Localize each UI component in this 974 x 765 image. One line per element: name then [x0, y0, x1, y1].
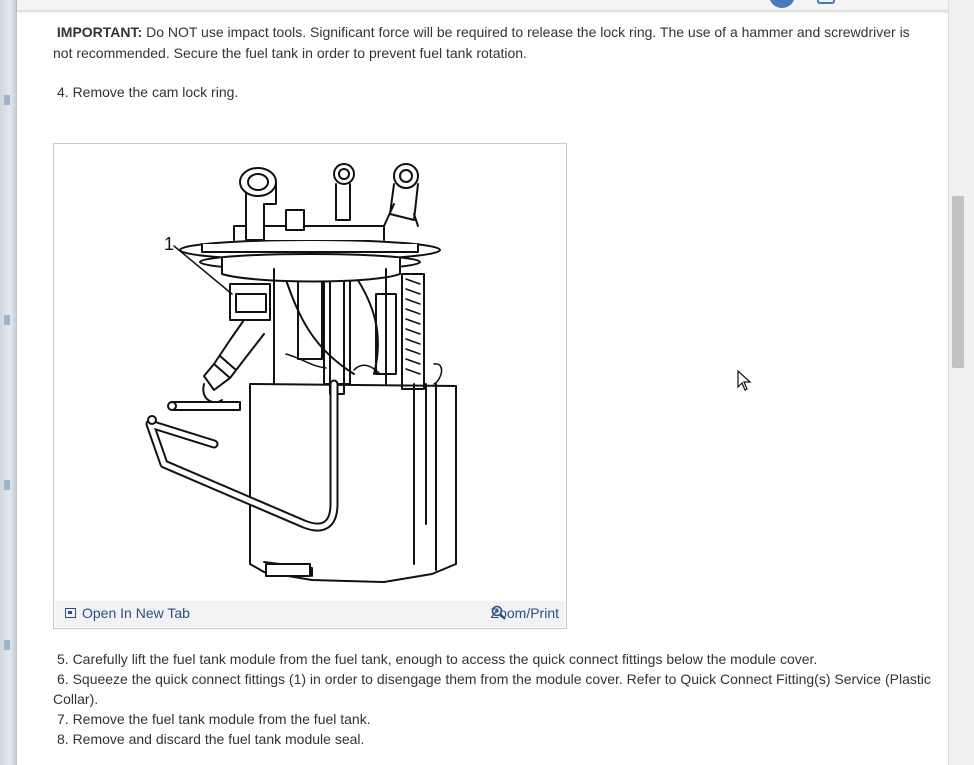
important-label: IMPORTANT:: [56, 24, 143, 40]
fuel-tank-module-illustration: 1: [145, 163, 457, 583]
figure-fuel-module: 1 Open In New Tab Zoom/Print: [53, 143, 567, 629]
zoom-print-link[interactable]: Zoom/Print: [491, 605, 559, 621]
step-5: 5. Carefully lift the fuel tank module f…: [57, 651, 818, 667]
step-8: 8. Remove and discard the fuel tank modu…: [57, 731, 365, 747]
procedure-steps: 5. Carefully lift the fuel tank module f…: [53, 649, 933, 749]
background-window-edge: [0, 0, 16, 765]
procedure-text: IMPORTANT: Do NOT use impact tools. Sign…: [53, 22, 933, 103]
user-avatar-icon[interactable]: [769, 0, 795, 8]
edge-mark: [4, 95, 10, 105]
magnifier-zoom-icon: [491, 605, 506, 620]
edge-mark: [4, 315, 10, 325]
step-4: 4. Remove the cam lock ring.: [57, 84, 239, 100]
important-note: IMPORTANT: Do NOT use impact tools. Sign…: [53, 22, 933, 63]
figure-toolbar: Open In New Tab Zoom/Print: [55, 601, 565, 627]
important-text: Do NOT use impact tools. Significant for…: [53, 24, 910, 61]
scrollbar-thumb[interactable]: [952, 196, 964, 368]
open-in-new-tab-link[interactable]: Open In New Tab: [65, 605, 190, 621]
open-in-new-tab-icon: [65, 608, 76, 618]
step-6: 6. Squeeze the quick connect fittings (1…: [53, 671, 931, 707]
step-7: 7. Remove the fuel tank module from the …: [57, 711, 371, 727]
callout-number: 1: [164, 234, 174, 254]
top-toolbar: [17, 0, 949, 11]
edge-mark: [4, 640, 10, 650]
document-window: IMPORTANT: Do NOT use impact tools. Sign…: [16, 0, 949, 765]
vertical-scrollbar[interactable]: [948, 0, 974, 765]
open-in-new-tab-label: Open In New Tab: [82, 605, 190, 621]
chat-icon[interactable]: [817, 0, 835, 4]
mouse-pointer-icon: [737, 370, 752, 391]
edge-mark: [4, 480, 10, 490]
